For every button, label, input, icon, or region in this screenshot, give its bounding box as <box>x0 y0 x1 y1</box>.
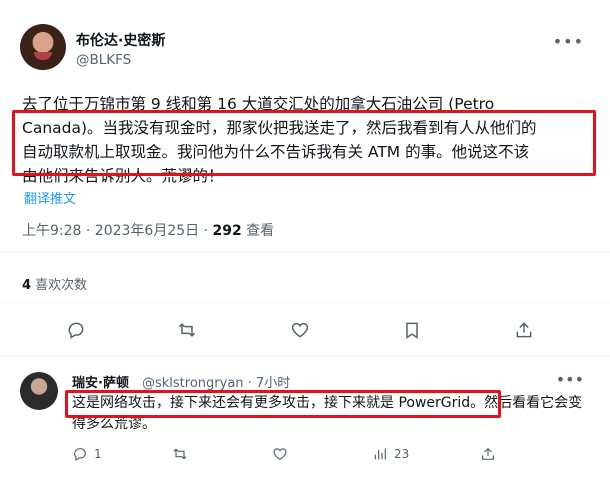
bookmark-icon[interactable] <box>400 318 424 342</box>
heart-icon[interactable] <box>288 318 312 342</box>
timestamp[interactable]: 上午9:28 · 2023年6月25日 · <box>22 223 213 239</box>
tweet-meta: 上午9:28 · 2023年6月25日 · 292 查看 <box>22 220 274 240</box>
highlight-box <box>65 390 501 418</box>
heart-icon[interactable] <box>272 446 288 462</box>
reply-author-name[interactable]: 瑞安·萨顿 <box>72 372 129 391</box>
likes-label: 喜欢次数 <box>31 278 88 293</box>
reply-reply-button[interactable]: 1 <box>72 446 102 462</box>
share-icon[interactable] <box>512 318 536 342</box>
translate-link[interactable]: 翻译推文 <box>24 188 76 207</box>
reply-icon[interactable] <box>64 318 88 342</box>
views-count: 292 <box>212 223 242 239</box>
views-label: 查看 <box>241 223 275 239</box>
highlight-box <box>12 110 596 176</box>
retweet-icon[interactable] <box>175 318 199 342</box>
more-icon[interactable]: ••• <box>556 370 584 389</box>
author-avatar[interactable] <box>20 24 66 70</box>
author-handle[interactable]: @BLKFS <box>76 52 131 68</box>
likes-summary[interactable]: 4 喜欢次数 <box>22 274 87 293</box>
views-count: 23 <box>394 447 410 461</box>
retweet-icon[interactable] <box>172 446 188 462</box>
reply-author-avatar[interactable] <box>20 372 58 410</box>
views-icon <box>372 446 388 462</box>
share-icon[interactable] <box>480 446 496 462</box>
divider <box>0 302 610 303</box>
reply-author-handle[interactable]: @sklstrongryan · 7小时 <box>142 372 290 391</box>
reply-count: 1 <box>94 447 102 461</box>
more-icon[interactable]: ••• <box>553 32 584 51</box>
divider <box>0 356 610 357</box>
reply-icon <box>72 446 88 462</box>
likes-count: 4 <box>22 278 32 293</box>
reply-views[interactable]: 23 <box>372 446 409 462</box>
divider <box>0 252 610 253</box>
author-name[interactable]: 布伦达·史密斯 <box>76 30 165 50</box>
